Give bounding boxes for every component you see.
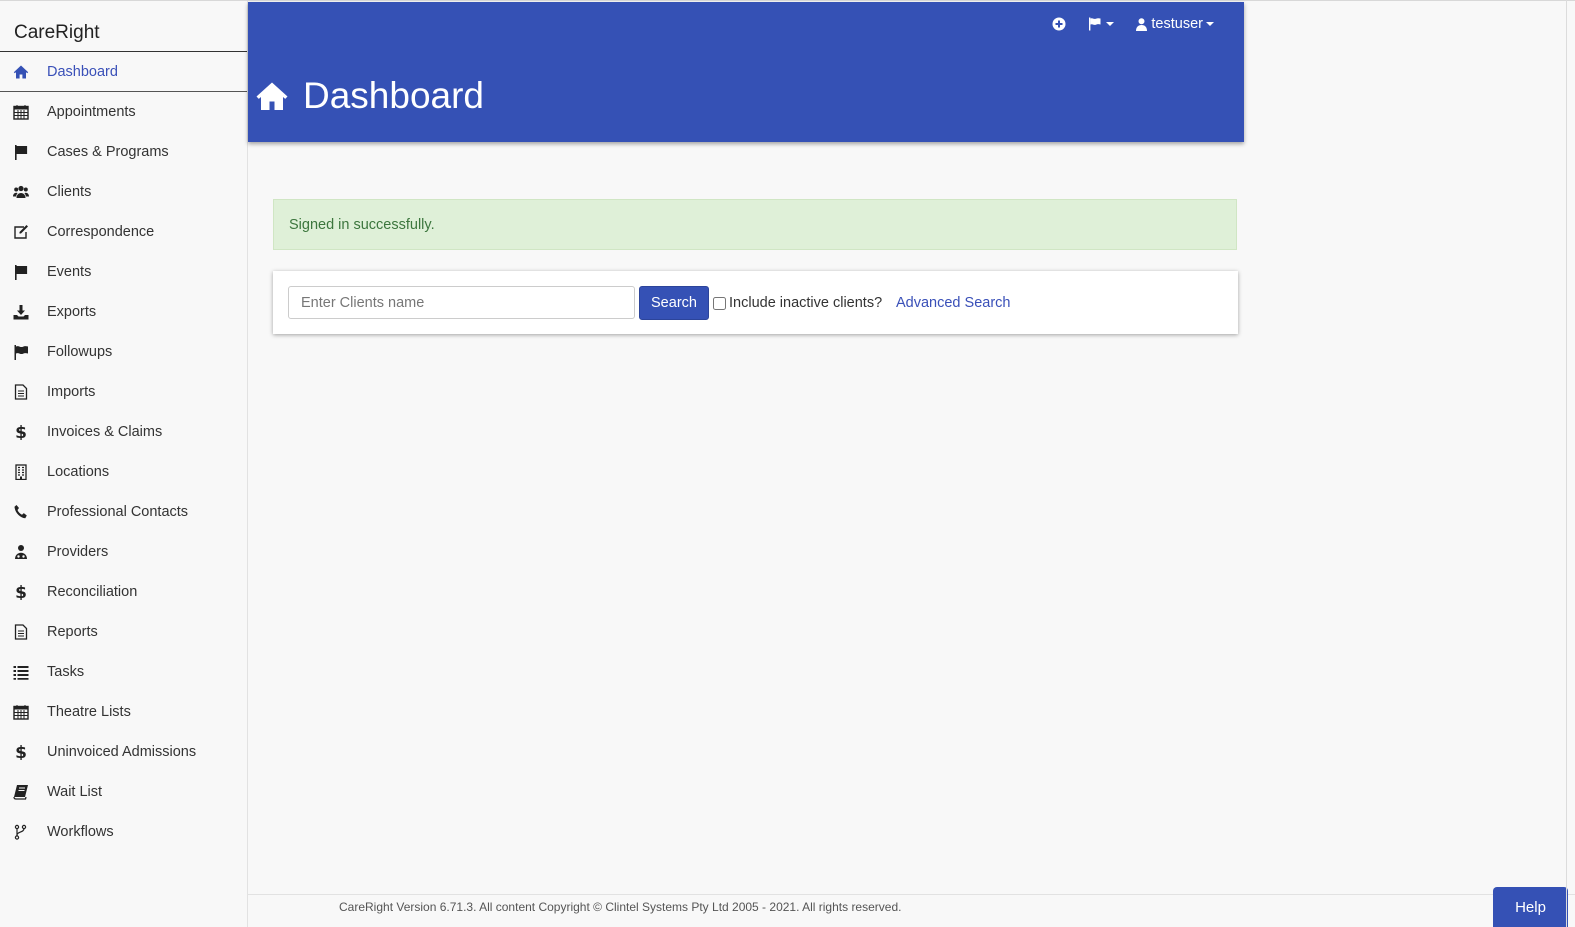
sidebar-item-label: Followups — [47, 344, 113, 360]
search-button[interactable]: Search — [639, 286, 709, 320]
sidebar-item-label: Reconciliation — [47, 584, 138, 600]
flags-dropdown[interactable] — [1088, 17, 1115, 31]
include-inactive-checkbox[interactable] — [713, 296, 726, 310]
page-header: testuser Dashboard — [248, 2, 1244, 142]
document-icon — [13, 624, 29, 640]
sidebar-item-label: Appointments — [47, 104, 136, 120]
sidebar-item-cases-programs[interactable]: Cases & Programs — [0, 132, 247, 172]
chevron-down-icon — [1106, 22, 1115, 26]
include-inactive-option[interactable]: Include inactive clients? — [712, 295, 882, 311]
calendar-icon — [13, 104, 29, 120]
sidebar-item-label: Tasks — [47, 664, 85, 680]
sidebar-item-wait-list[interactable]: Wait List — [0, 772, 247, 812]
svg-text:$: $ — [15, 744, 27, 760]
phone-icon — [13, 504, 29, 520]
svg-text:$: $ — [15, 424, 27, 440]
help-button[interactable]: Help — [1493, 887, 1568, 927]
client-search-panel: Search Include inactive clients? Advance… — [273, 271, 1238, 334]
user-icon — [1136, 17, 1148, 31]
list-icon — [13, 664, 29, 680]
plus-circle-icon — [1052, 17, 1066, 31]
sidebar-item-label: Imports — [47, 384, 96, 400]
page-title-text: Dashboard — [303, 75, 485, 116]
brand-name: CareRight — [0, 1, 247, 52]
sidebar-item-professional-contacts[interactable]: Professional Contacts — [0, 492, 247, 532]
sidebar-item-providers[interactable]: Providers — [0, 532, 247, 572]
sidebar-item-label: Providers — [47, 544, 109, 560]
dollar-icon: $ — [13, 424, 29, 440]
document-icon — [13, 384, 29, 400]
sidebar-item-events[interactable]: Events — [0, 252, 247, 292]
sidebar-item-label: Cases & Programs — [47, 144, 169, 160]
sidebar-item-locations[interactable]: Locations — [0, 452, 247, 492]
calendar-icon — [13, 704, 29, 720]
users-icon — [13, 184, 29, 200]
sidebar-item-label: Clients — [47, 184, 92, 200]
header-actions: testuser — [1030, 16, 1214, 32]
sidebar-item-label: Professional Contacts — [47, 504, 189, 520]
window-edge — [1566, 0, 1567, 927]
add-button[interactable] — [1052, 17, 1066, 31]
flag-icon — [13, 144, 29, 160]
sidebar-item-label: Invoices & Claims — [47, 424, 163, 440]
sidebar-item-label: Dashboard — [47, 63, 118, 80]
client-search-input[interactable] — [288, 286, 635, 319]
sidebar-item-label: Locations — [47, 464, 110, 480]
success-alert: Signed in successfully. — [273, 199, 1237, 250]
sidebar-item-label: Reports — [47, 624, 98, 640]
sidebar-item-label: Uninvoiced Admissions — [47, 744, 197, 760]
dollar-icon: $ — [13, 584, 29, 600]
flag-wave-icon — [13, 344, 29, 360]
sidebar-item-uninvoiced-admissions[interactable]: $ Uninvoiced Admissions — [0, 732, 247, 772]
footer: CareRight Version 6.71.3. All content Co… — [248, 894, 1575, 927]
sidebar-item-workflows[interactable]: Workflows — [0, 812, 247, 852]
sidebar-item-followups[interactable]: Followups — [0, 332, 247, 372]
sidebar-item-imports[interactable]: Imports — [0, 372, 247, 412]
sidebar-item-appointments[interactable]: Appointments — [0, 92, 247, 132]
sidebar-item-clients[interactable]: Clients — [0, 172, 247, 212]
username: testuser — [1151, 16, 1203, 32]
sidebar-item-exports[interactable]: Exports — [0, 292, 247, 332]
chevron-down-icon — [1206, 22, 1214, 26]
sidebar: CareRight Dashboard Appointments Cases &… — [0, 1, 248, 927]
svg-text:$: $ — [15, 584, 27, 600]
sidebar-item-correspondence[interactable]: Correspondence — [0, 212, 247, 252]
sidebar-item-reconciliation[interactable]: $ Reconciliation — [0, 572, 247, 612]
flag-icon — [13, 264, 29, 280]
home-icon — [13, 64, 29, 80]
sidebar-item-reports[interactable]: Reports — [0, 612, 247, 652]
user-menu[interactable]: testuser — [1136, 16, 1214, 32]
sidebar-item-label: Workflows — [47, 824, 114, 840]
page-title: Dashboard — [256, 76, 484, 116]
sidebar-item-label: Wait List — [47, 784, 103, 800]
doctor-icon — [13, 544, 29, 560]
include-inactive-label: Include inactive clients? — [729, 295, 883, 311]
dollar-icon: $ — [13, 744, 29, 760]
sidebar-item-theatre-lists[interactable]: Theatre Lists — [0, 692, 247, 732]
sidebar-item-invoices-claims[interactable]: $ Invoices & Claims — [0, 412, 247, 452]
branch-icon — [13, 824, 29, 840]
flag-icon — [1089, 17, 1101, 31]
download-icon — [13, 304, 29, 320]
sidebar-item-dashboard[interactable]: Dashboard — [0, 52, 247, 92]
sidebar-item-label: Theatre Lists — [47, 704, 131, 720]
sidebar-nav: Dashboard Appointments Cases & Programs … — [0, 52, 247, 852]
sidebar-item-label: Events — [47, 264, 92, 280]
sidebar-item-tasks[interactable]: Tasks — [0, 652, 247, 692]
edit-icon — [13, 224, 29, 240]
building-icon — [13, 464, 29, 480]
copyright-text: CareRight Version 6.71.3. All content Co… — [339, 900, 902, 914]
sidebar-item-label: Exports — [47, 304, 97, 320]
sidebar-item-label: Correspondence — [47, 224, 155, 240]
home-icon — [256, 82, 288, 110]
book-icon — [13, 784, 29, 800]
advanced-search-link[interactable]: Advanced Search — [896, 295, 1010, 311]
